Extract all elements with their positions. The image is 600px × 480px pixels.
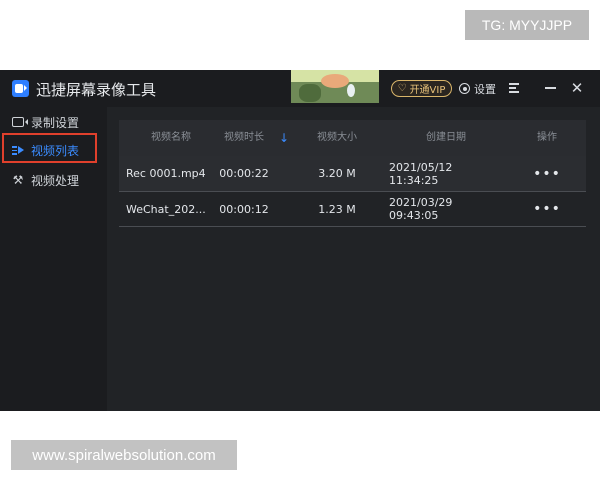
video-date: 2021/03/29 09:43:05 (389, 196, 453, 222)
video-size: 3.20 M (318, 167, 356, 180)
column-header-size[interactable]: 视频大小 (309, 120, 365, 156)
menu-icon[interactable] (509, 82, 521, 94)
column-header-actions: 操作 (537, 132, 557, 143)
app-logo-icon (12, 80, 29, 97)
column-header-duration[interactable]: 视频时长 (216, 120, 272, 156)
camera-icon (12, 117, 28, 127)
app-title: 迅捷屏幕录像工具 (36, 81, 157, 99)
sidebar-item-label: 视频处理 (31, 173, 80, 188)
watermark-top: TG: MYYJJPP (465, 10, 589, 40)
video-duration: 00:00:12 (219, 202, 269, 216)
vip-button[interactable]: ♡ 开通VIP (391, 80, 452, 97)
diamond-icon: ♡ (397, 83, 407, 94)
gear-icon (459, 83, 470, 94)
table-header: 视频名称 视频时长 ↓ 视频大小 创建日期 操作 (119, 120, 586, 156)
settings-label: 设置 (474, 82, 496, 96)
sidebar-item-video-processing[interactable]: ⚒ 视频处理 (0, 167, 107, 193)
sidebar-item-label: 录制设置 (31, 115, 80, 130)
table-row[interactable]: WeChat_202... 00:00:12 1.23 M 2021/03/29… (119, 192, 586, 227)
main-content: 视频名称 视频时长 ↓ 视频大小 创建日期 操作 Rec 0001.mp4 00… (107, 107, 600, 411)
sidebar-item-video-list[interactable]: 视频列表 (0, 137, 107, 163)
video-table: 视频名称 视频时长 ↓ 视频大小 创建日期 操作 Rec 0001.mp4 00… (119, 120, 586, 227)
close-button[interactable]: ✕ (570, 79, 584, 97)
video-list-icon (12, 145, 24, 155)
watermark-bottom: www.spiralwebsolution.com (11, 440, 237, 470)
column-header-date[interactable]: 创建日期 (389, 120, 503, 156)
tools-icon: ⚒ (12, 173, 24, 187)
more-options-button[interactable]: ••• (529, 156, 565, 191)
sidebar-item-label: 视频列表 (31, 143, 80, 158)
video-date: 2021/05/12 11:34:25 (389, 160, 453, 187)
sort-arrow-icon[interactable]: ↓ (274, 120, 294, 156)
sidebar: 录制设置 视频列表 ⚒ 视频处理 (0, 107, 107, 411)
minimize-button[interactable] (545, 87, 556, 89)
column-header-name[interactable]: 视频名称 (126, 120, 216, 156)
video-duration: 00:00:22 (219, 167, 269, 180)
title-bar: 迅捷屏幕录像工具 ♡ 开通VIP 设置 ✕ (0, 70, 600, 107)
video-name: Rec 0001.mp4 (126, 167, 206, 180)
sidebar-item-record-settings[interactable]: 录制设置 (0, 109, 107, 135)
table-row[interactable]: Rec 0001.mp4 00:00:22 3.20 M 2021/05/12 … (119, 156, 586, 192)
video-size: 1.23 M (318, 202, 356, 216)
video-name: WeChat_202... (126, 202, 206, 216)
more-options-button[interactable]: ••• (529, 192, 565, 226)
settings-button[interactable]: 设置 (459, 80, 496, 97)
app-window: 迅捷屏幕录像工具 ♡ 开通VIP 设置 ✕ 录制设置 视频列表 ⚒ 视频处理 视… (0, 70, 600, 411)
vip-label: 开通VIP (409, 85, 446, 96)
promo-banner[interactable] (291, 70, 379, 103)
